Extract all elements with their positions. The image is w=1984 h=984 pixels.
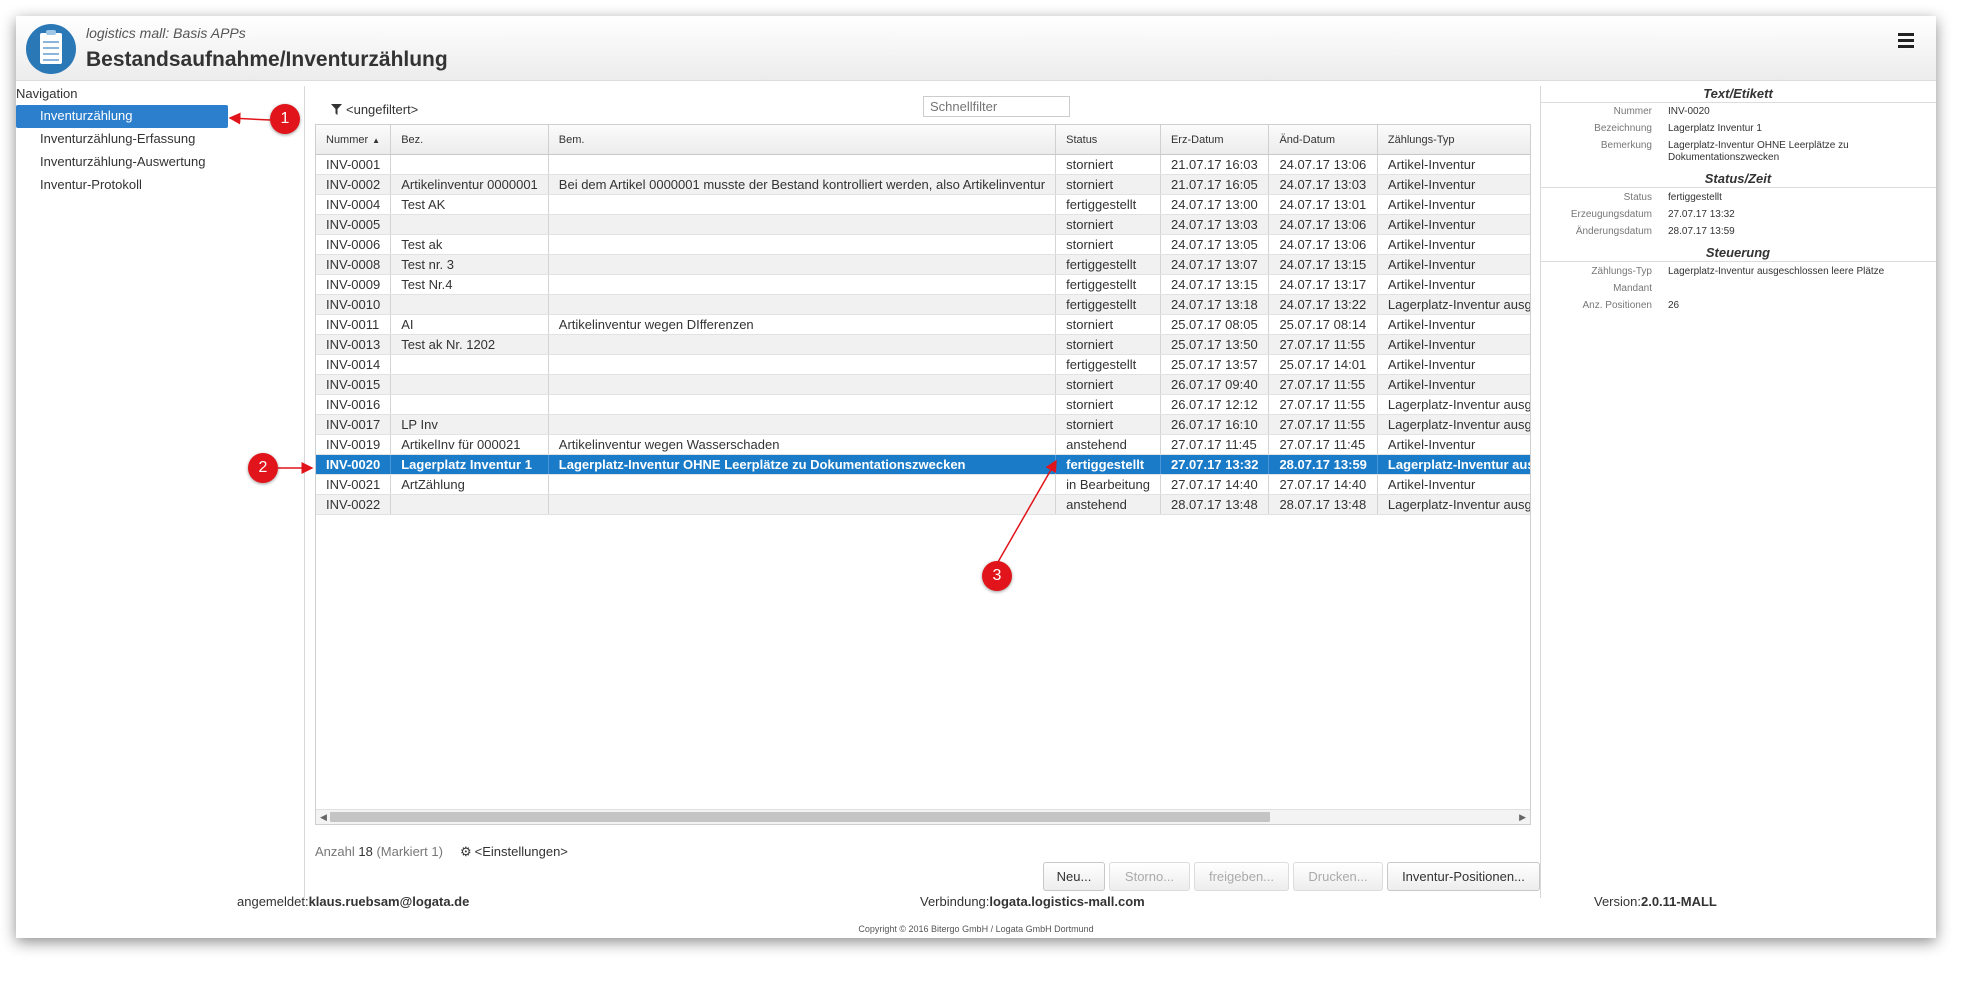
callout-2: 2 [248, 453, 278, 483]
callout-3: 3 [982, 561, 1012, 591]
app-window: logistics mall: Basis APPs Bestandsaufna… [16, 16, 1936, 938]
annotation-arrows [228, 112, 1057, 563]
callout-1: 1 [270, 104, 300, 134]
